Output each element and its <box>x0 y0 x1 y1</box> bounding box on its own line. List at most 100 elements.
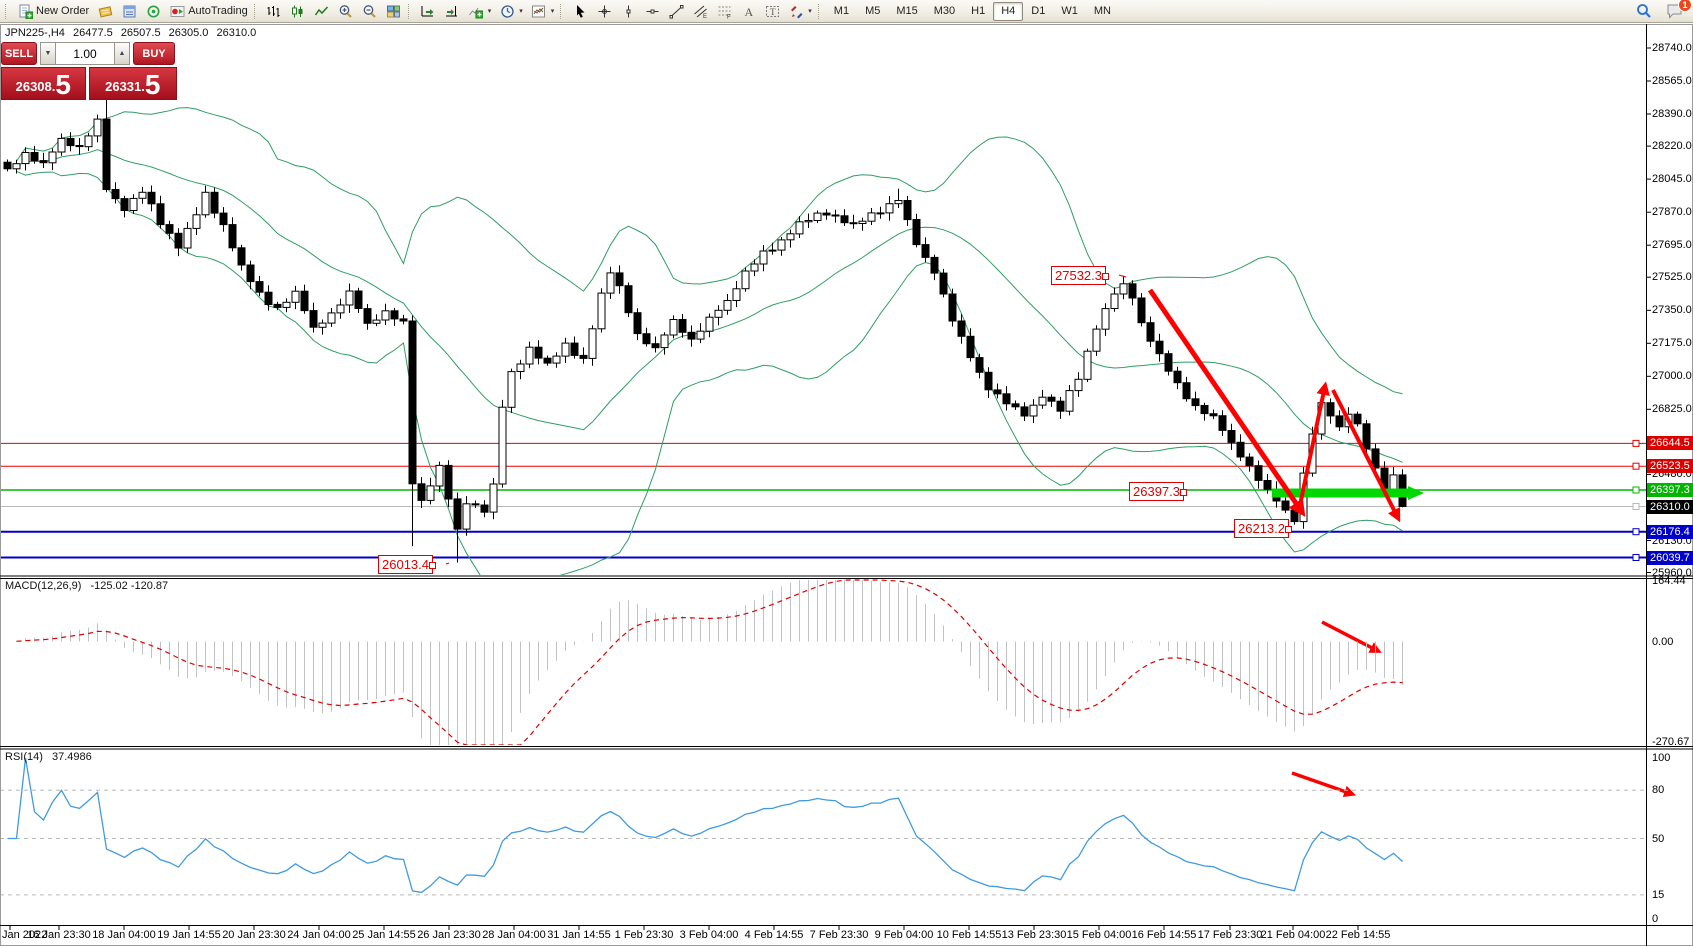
close-value: 26310.0 <box>216 27 256 39</box>
price-axis-tick: 28390.0 <box>1652 108 1693 120</box>
tf-h1[interactable]: H1 <box>963 2 993 21</box>
high-value: 26507.5 <box>121 27 161 39</box>
tf-m5[interactable]: M5 <box>857 2 888 21</box>
volume-up-button[interactable]: ▲ <box>114 42 130 65</box>
price-axis-tick: 27870.0 <box>1652 206 1693 218</box>
macd-label: MACD(12,26,9) <box>5 580 81 592</box>
volume-down-button[interactable]: ▼ <box>40 42 56 65</box>
tf-m15[interactable]: M15 <box>888 2 925 21</box>
new-order-icon <box>17 3 33 19</box>
buy-price[interactable]: 26331.5 <box>89 67 177 100</box>
toolbar-grip <box>818 4 822 19</box>
text-button[interactable]: A <box>736 1 760 22</box>
svg-text:E: E <box>703 14 707 19</box>
crosshair-icon <box>596 3 612 19</box>
sell-price-main: 26308. <box>16 76 56 98</box>
tile-windows-button[interactable] <box>382 1 406 22</box>
date-axis-label: 31 Jan 14:55 <box>547 929 611 941</box>
hline-icon <box>644 3 660 19</box>
macd-axis-tick: 164.44 <box>1652 575 1693 587</box>
tf-w1[interactable]: W1 <box>1053 2 1086 21</box>
chart-candles-button[interactable] <box>286 1 310 22</box>
trendline-button[interactable] <box>664 1 688 22</box>
rsi-header: RSI(14) 37.4986 <box>5 751 98 763</box>
auto-scroll-icon <box>420 3 436 19</box>
indicators-button[interactable]: ▾ <box>464 1 496 22</box>
price-object-label[interactable]: 26213.2 <box>1234 519 1289 538</box>
buy-button[interactable]: BUY <box>133 42 175 65</box>
data-window-icon <box>121 3 137 19</box>
price-axis-badge: 26397.3 <box>1647 483 1693 497</box>
text-label-icon: T <box>764 3 780 19</box>
rsi-axis-tick: 100 <box>1652 752 1693 764</box>
macd-values: -125.02 -120.87 <box>90 580 168 592</box>
navigator-icon <box>145 3 161 19</box>
crosshair-button[interactable] <box>592 1 616 22</box>
navigator-button[interactable] <box>141 1 165 22</box>
sell-price[interactable]: 26308.5 <box>1 67 86 100</box>
volume-input[interactable] <box>56 42 114 65</box>
open-value: 26477.5 <box>73 27 113 39</box>
new-order-button[interactable]: New Order <box>13 1 93 22</box>
price-axis-tick: 26825.0 <box>1652 403 1693 415</box>
svg-text:A: A <box>744 5 753 19</box>
buy-price-main: 26331. <box>105 76 145 98</box>
rsi-axis-tick: 0 <box>1652 913 1693 925</box>
date-axis-label: 4 Feb 14:55 <box>745 929 804 941</box>
data-window-button[interactable] <box>117 1 141 22</box>
price-object-label[interactable]: 26397.3 <box>1129 482 1184 501</box>
rsi-value: 37.4986 <box>52 751 92 763</box>
date-axis-label: 1 Feb 23:30 <box>615 929 674 941</box>
date-axis-label: 20 Jan 23:30 <box>222 929 286 941</box>
tf-d1[interactable]: D1 <box>1023 2 1053 21</box>
rsi-axis-tick: 50 <box>1652 833 1693 845</box>
price-object-label[interactable]: 26013.4 <box>378 555 433 574</box>
chat-button[interactable]: 1 <box>1662 1 1686 22</box>
channel-button[interactable]: E <box>688 1 712 22</box>
hline-button[interactable] <box>640 1 664 22</box>
buy-price-pip: 5 <box>145 72 161 98</box>
zoom-in-icon <box>338 3 354 19</box>
chart-shift-button[interactable] <box>440 1 464 22</box>
macd-axis-tick: 0.00 <box>1652 636 1693 648</box>
low-value: 26305.0 <box>169 27 209 39</box>
date-axis-label: 15 Feb 04:00 <box>1067 929 1132 941</box>
periods-button[interactable]: ▾ <box>495 1 527 22</box>
svg-text:T: T <box>770 7 776 17</box>
cursor-button[interactable] <box>568 1 592 22</box>
arrows-button[interactable]: ▾ <box>784 1 816 22</box>
price-axis-tick: 27525.0 <box>1652 271 1693 283</box>
toolbar-grip <box>560 4 564 19</box>
date-axis-label: 18 Jan 04:00 <box>92 929 156 941</box>
macd-header: MACD(12,26,9) -125.02 -120.87 <box>5 580 174 592</box>
date-axis-label: 22 Feb 14:55 <box>1326 929 1391 941</box>
autotrading-button[interactable]: AutoTrading <box>165 1 252 22</box>
vline-button[interactable] <box>616 1 640 22</box>
templates-button[interactable]: ▾ <box>527 1 559 22</box>
price-axis-tick: 27695.0 <box>1652 239 1693 251</box>
price-axis-badge: 26176.4 <box>1647 525 1693 539</box>
fibonacci-icon: F <box>716 3 732 19</box>
fibonacci-button[interactable]: F <box>712 1 736 22</box>
search-button[interactable] <box>1632 1 1656 22</box>
tf-h4[interactable]: H4 <box>993 2 1023 21</box>
price-object-label[interactable]: 27532.3 <box>1051 266 1106 285</box>
date-axis-label: 19 Jan 14:55 <box>157 929 221 941</box>
date-axis-label: 7 Feb 23:30 <box>810 929 869 941</box>
tf-mn[interactable]: MN <box>1086 2 1119 21</box>
zoom-out-button[interactable] <box>358 1 382 22</box>
chart-line-button[interactable] <box>310 1 334 22</box>
new-order-label: New Order <box>36 5 89 17</box>
zoom-in-button[interactable] <box>334 1 358 22</box>
sell-button[interactable]: SELL <box>1 42 37 65</box>
date-axis-label: 10 Feb 14:55 <box>937 929 1002 941</box>
search-icon <box>1636 3 1652 19</box>
market-watch-button[interactable] <box>93 1 117 22</box>
tf-m1[interactable]: M1 <box>826 2 857 21</box>
chart-bars-button[interactable] <box>262 1 286 22</box>
toolbar-grip <box>5 4 9 19</box>
tf-m30[interactable]: M30 <box>926 2 963 21</box>
auto-scroll-button[interactable] <box>416 1 440 22</box>
text-label-button[interactable]: T <box>760 1 784 22</box>
chart-canvas[interactable] <box>0 0 1693 946</box>
